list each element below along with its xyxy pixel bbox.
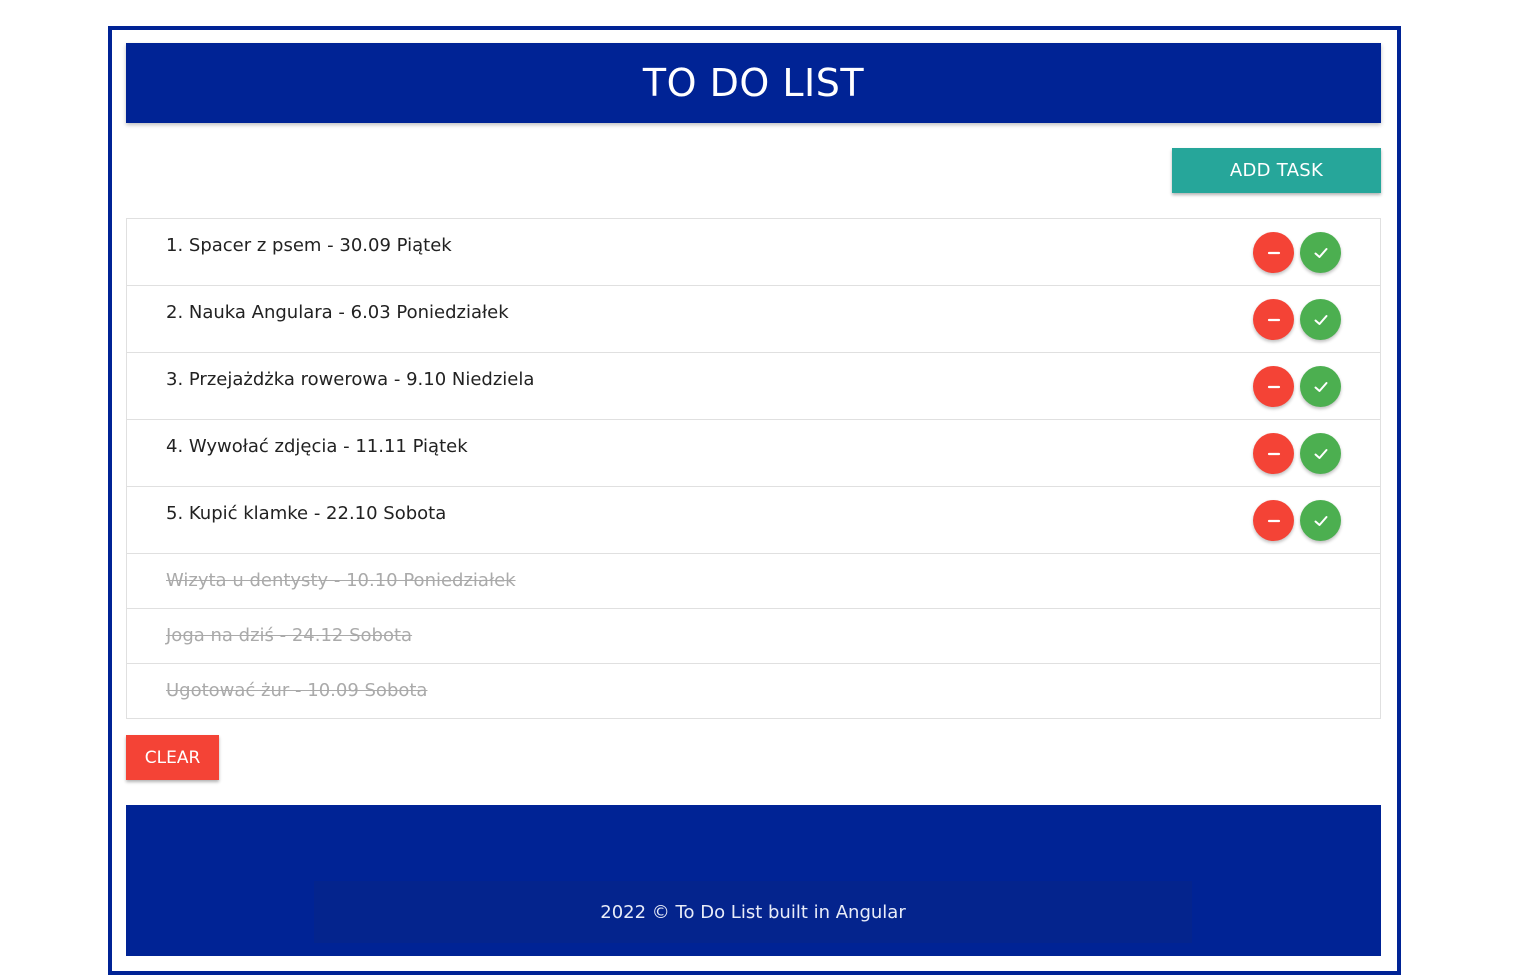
remove-task-button[interactable] [1253, 433, 1294, 474]
minus-icon [1267, 318, 1280, 321]
task-text: 2. Nauka Angulara - 6.03 Poniedziałek [166, 302, 509, 323]
task-row: 2. Nauka Angulara - 6.03 Poniedziałek [127, 286, 1380, 353]
task-row: 3. Przejażdżka rowerowa - 9.10 Niedziela [127, 353, 1380, 420]
minus-icon [1267, 452, 1280, 455]
completed-task-row: Wizyta u dentysty - 10.10 Poniedziałek [127, 554, 1380, 609]
check-icon [1314, 381, 1327, 392]
add-task-button[interactable]: ADD TASK [1172, 148, 1381, 193]
remove-task-button[interactable] [1253, 366, 1294, 407]
remove-task-button[interactable] [1253, 500, 1294, 541]
completed-task-row: Joga na dziś - 24.12 Sobota [127, 609, 1380, 664]
completed-task-row: Ugotować żur - 10.09 Sobota [127, 664, 1380, 718]
check-icon [1314, 314, 1327, 325]
completed-task-text: Ugotować żur - 10.09 Sobota [166, 680, 428, 701]
remove-task-button[interactable] [1253, 232, 1294, 273]
completed-task-text: Wizyta u dentysty - 10.10 Poniedziałek [166, 570, 516, 591]
footer: 2022 © To Do List built in Angular [126, 805, 1381, 956]
page-title: TO DO LIST [126, 43, 1381, 123]
complete-task-button[interactable] [1300, 433, 1341, 474]
check-icon [1314, 247, 1327, 258]
completed-task-text: Joga na dziś - 24.12 Sobota [166, 625, 413, 646]
complete-task-button[interactable] [1300, 299, 1341, 340]
minus-icon [1267, 519, 1280, 522]
clear-button[interactable]: CLEAR [126, 735, 219, 780]
minus-icon [1267, 385, 1280, 388]
check-icon [1314, 515, 1327, 526]
task-row: 5. Kupić klamke - 22.10 Sobota [127, 487, 1380, 554]
task-text: 3. Przejażdżka rowerowa - 9.10 Niedziela [166, 369, 535, 390]
check-icon [1314, 448, 1327, 459]
app-frame: TO DO LIST ADD TASK 1. Spacer z psem - 3… [108, 26, 1401, 975]
task-text: 5. Kupić klamke - 22.10 Sobota [166, 503, 447, 524]
footer-copyright: 2022 © To Do List built in Angular [314, 881, 1192, 943]
task-list: 1. Spacer z psem - 30.09 Piątek 2. Nauka… [126, 218, 1381, 719]
remove-task-button[interactable] [1253, 299, 1294, 340]
task-text: 4. Wywołać zdjęcia - 11.11 Piątek [166, 436, 468, 457]
complete-task-button[interactable] [1300, 500, 1341, 541]
complete-task-button[interactable] [1300, 366, 1341, 407]
minus-icon [1267, 251, 1280, 254]
task-row: 1. Spacer z psem - 30.09 Piątek [127, 219, 1380, 286]
task-row: 4. Wywołać zdjęcia - 11.11 Piątek [127, 420, 1380, 487]
complete-task-button[interactable] [1300, 232, 1341, 273]
task-text: 1. Spacer z psem - 30.09 Piątek [166, 235, 452, 256]
